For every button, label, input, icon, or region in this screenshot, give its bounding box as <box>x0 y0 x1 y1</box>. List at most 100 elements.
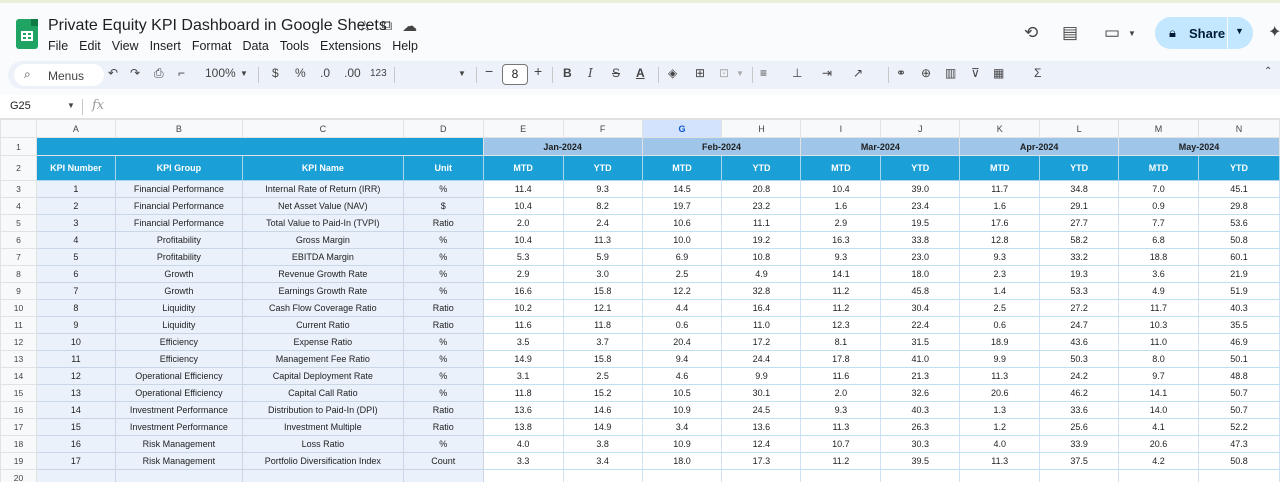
table-cell[interactable]: 3.1 <box>482 367 564 385</box>
table-cell[interactable]: % <box>402 282 484 300</box>
row-header[interactable]: 3 <box>0 180 37 198</box>
table-cell[interactable]: 12.8 <box>959 231 1041 249</box>
table-cell[interactable]: 9.3 <box>800 401 882 419</box>
filter-views-icon[interactable]: ▦ <box>993 66 1004 80</box>
table-cell[interactable] <box>721 469 802 482</box>
share-button[interactable]: 🔒︎ Share ▼ <box>1155 17 1253 49</box>
table-cell[interactable]: 3.8 <box>562 435 643 453</box>
table-cell[interactable]: 39.5 <box>880 452 961 470</box>
table-cell[interactable]: 1.6 <box>800 197 882 215</box>
table-cell[interactable]: 30.3 <box>880 435 961 453</box>
move-folder-icon[interactable]: ⧉ <box>381 17 392 35</box>
table-cell[interactable]: 1.3 <box>959 401 1041 419</box>
table-cell[interactable]: 10.4 <box>800 180 882 198</box>
paint-format-icon[interactable]: ⌐ <box>178 66 185 80</box>
table-cell[interactable]: 4 <box>35 231 116 249</box>
table-cell[interactable]: Operational Efficiency <box>114 367 243 385</box>
table-cell[interactable]: 2.0 <box>482 214 564 232</box>
table-cell[interactable]: 8.0 <box>1118 350 1200 368</box>
more-formats-button[interactable]: 123 <box>370 68 387 79</box>
table-header-cell[interactable]: KPI Number <box>35 155 116 181</box>
table-cell[interactable]: Ratio <box>402 299 484 317</box>
table-cell[interactable]: Distribution to Paid-In (DPI) <box>241 401 404 419</box>
table-cell[interactable]: 30.1 <box>721 384 802 402</box>
table-cell[interactable]: 2.0 <box>800 384 882 402</box>
table-cell[interactable]: 12.2 <box>641 282 723 300</box>
table-cell[interactable]: % <box>402 384 484 402</box>
table-cell[interactable]: 51.9 <box>1198 282 1280 300</box>
table-cell[interactable]: 14.0 <box>1118 401 1200 419</box>
select-all-corner[interactable] <box>0 119 37 138</box>
table-cell[interactable]: 15.8 <box>562 350 643 368</box>
strikethrough-icon[interactable]: S <box>612 66 620 80</box>
table-cell[interactable]: 21.3 <box>880 367 961 385</box>
table-cell[interactable]: Total Value to Paid-In (TVPI) <box>241 214 404 232</box>
undo-icon[interactable]: ↶ <box>108 66 118 80</box>
table-cell[interactable]: Earnings Growth Rate <box>241 282 404 300</box>
table-cell[interactable]: 24.2 <box>1039 367 1120 385</box>
table-cell[interactable]: 22.4 <box>880 316 961 334</box>
table-header-cell[interactable]: Unit <box>402 155 484 181</box>
table-cell[interactable]: 21.9 <box>1198 265 1280 283</box>
table-cell[interactable]: Growth <box>114 282 243 300</box>
row-header[interactable]: 4 <box>0 197 37 215</box>
fill-color-icon[interactable]: ◈ <box>668 66 677 80</box>
table-cell[interactable]: 15.2 <box>562 384 643 402</box>
table-cell[interactable]: 11 <box>35 350 116 368</box>
row-header[interactable]: 9 <box>0 282 37 300</box>
table-cell[interactable]: 0.9 <box>1118 197 1200 215</box>
table-cell[interactable]: 10.8 <box>721 248 802 266</box>
zoom-chevron-icon[interactable]: ▼ <box>240 69 248 78</box>
table-cell[interactable]: Gross Margin <box>241 231 404 249</box>
table-cell[interactable]: % <box>402 231 484 249</box>
table-cell[interactable]: 46.2 <box>1039 384 1120 402</box>
table-cell[interactable]: 1.4 <box>959 282 1041 300</box>
table-cell[interactable]: 17.3 <box>721 452 802 470</box>
menu-data[interactable]: Data <box>242 39 268 53</box>
table-cell[interactable]: Count <box>402 452 484 470</box>
table-cell[interactable] <box>800 469 882 482</box>
table-cell[interactable]: 48.8 <box>1198 367 1280 385</box>
table-cell[interactable]: 1 <box>35 180 116 198</box>
row-header[interactable]: 12 <box>0 333 37 351</box>
table-cell[interactable] <box>641 469 723 482</box>
table-cell[interactable]: 5.9 <box>562 248 643 266</box>
text-wrapping-icon[interactable]: ⇥ <box>822 66 832 80</box>
table-cell[interactable]: 10.4 <box>482 231 564 249</box>
table-cell[interactable]: 50.8 <box>1198 231 1280 249</box>
row-header[interactable]: 15 <box>0 384 37 402</box>
table-cell[interactable]: Ratio <box>402 401 484 419</box>
table-cell[interactable]: 50.8 <box>1198 452 1280 470</box>
row-header[interactable]: 13 <box>0 350 37 368</box>
table-cell[interactable]: 3.3 <box>482 452 564 470</box>
increase-font-size-icon[interactable]: + <box>534 63 542 79</box>
table-cell[interactable]: 7 <box>35 282 116 300</box>
row-header[interactable]: 11 <box>0 316 37 334</box>
column-header[interactable]: B <box>114 119 243 138</box>
table-cell[interactable]: 11.6 <box>482 316 564 334</box>
search-menus-button[interactable]: ⌕ Menus <box>14 64 104 86</box>
table-cell[interactable]: Internal Rate of Return (IRR) <box>241 180 404 198</box>
table-cell[interactable]: Financial Performance <box>114 197 243 215</box>
table-cell[interactable]: 15 <box>35 418 116 436</box>
table-cell[interactable]: 3.4 <box>562 452 643 470</box>
table-cell[interactable]: 5.3 <box>482 248 564 266</box>
table-cell[interactable]: 40.3 <box>1198 299 1280 317</box>
currency-format-button[interactable]: $ <box>272 66 279 80</box>
table-cell[interactable]: 10.9 <box>641 401 723 419</box>
column-header[interactable]: F <box>562 119 643 138</box>
menu-file[interactable]: File <box>48 39 68 53</box>
table-cell[interactable] <box>482 469 564 482</box>
table-cell[interactable] <box>402 469 484 482</box>
table-cell[interactable]: 27.7 <box>1039 214 1120 232</box>
table-cell[interactable]: 0.6 <box>641 316 723 334</box>
redo-icon[interactable]: ↷ <box>130 66 140 80</box>
table-cell[interactable]: 14.5 <box>641 180 723 198</box>
text-rotation-icon[interactable]: ↗ <box>853 66 863 80</box>
month-header[interactable]: May-2024 <box>1118 137 1280 156</box>
table-cell[interactable]: 43.6 <box>1039 333 1120 351</box>
table-cell[interactable]: 11.3 <box>959 452 1041 470</box>
table-cell[interactable]: Management Fee Ratio <box>241 350 404 368</box>
row-header[interactable]: 6 <box>0 231 37 249</box>
table-cell[interactable]: 10.7 <box>800 435 882 453</box>
